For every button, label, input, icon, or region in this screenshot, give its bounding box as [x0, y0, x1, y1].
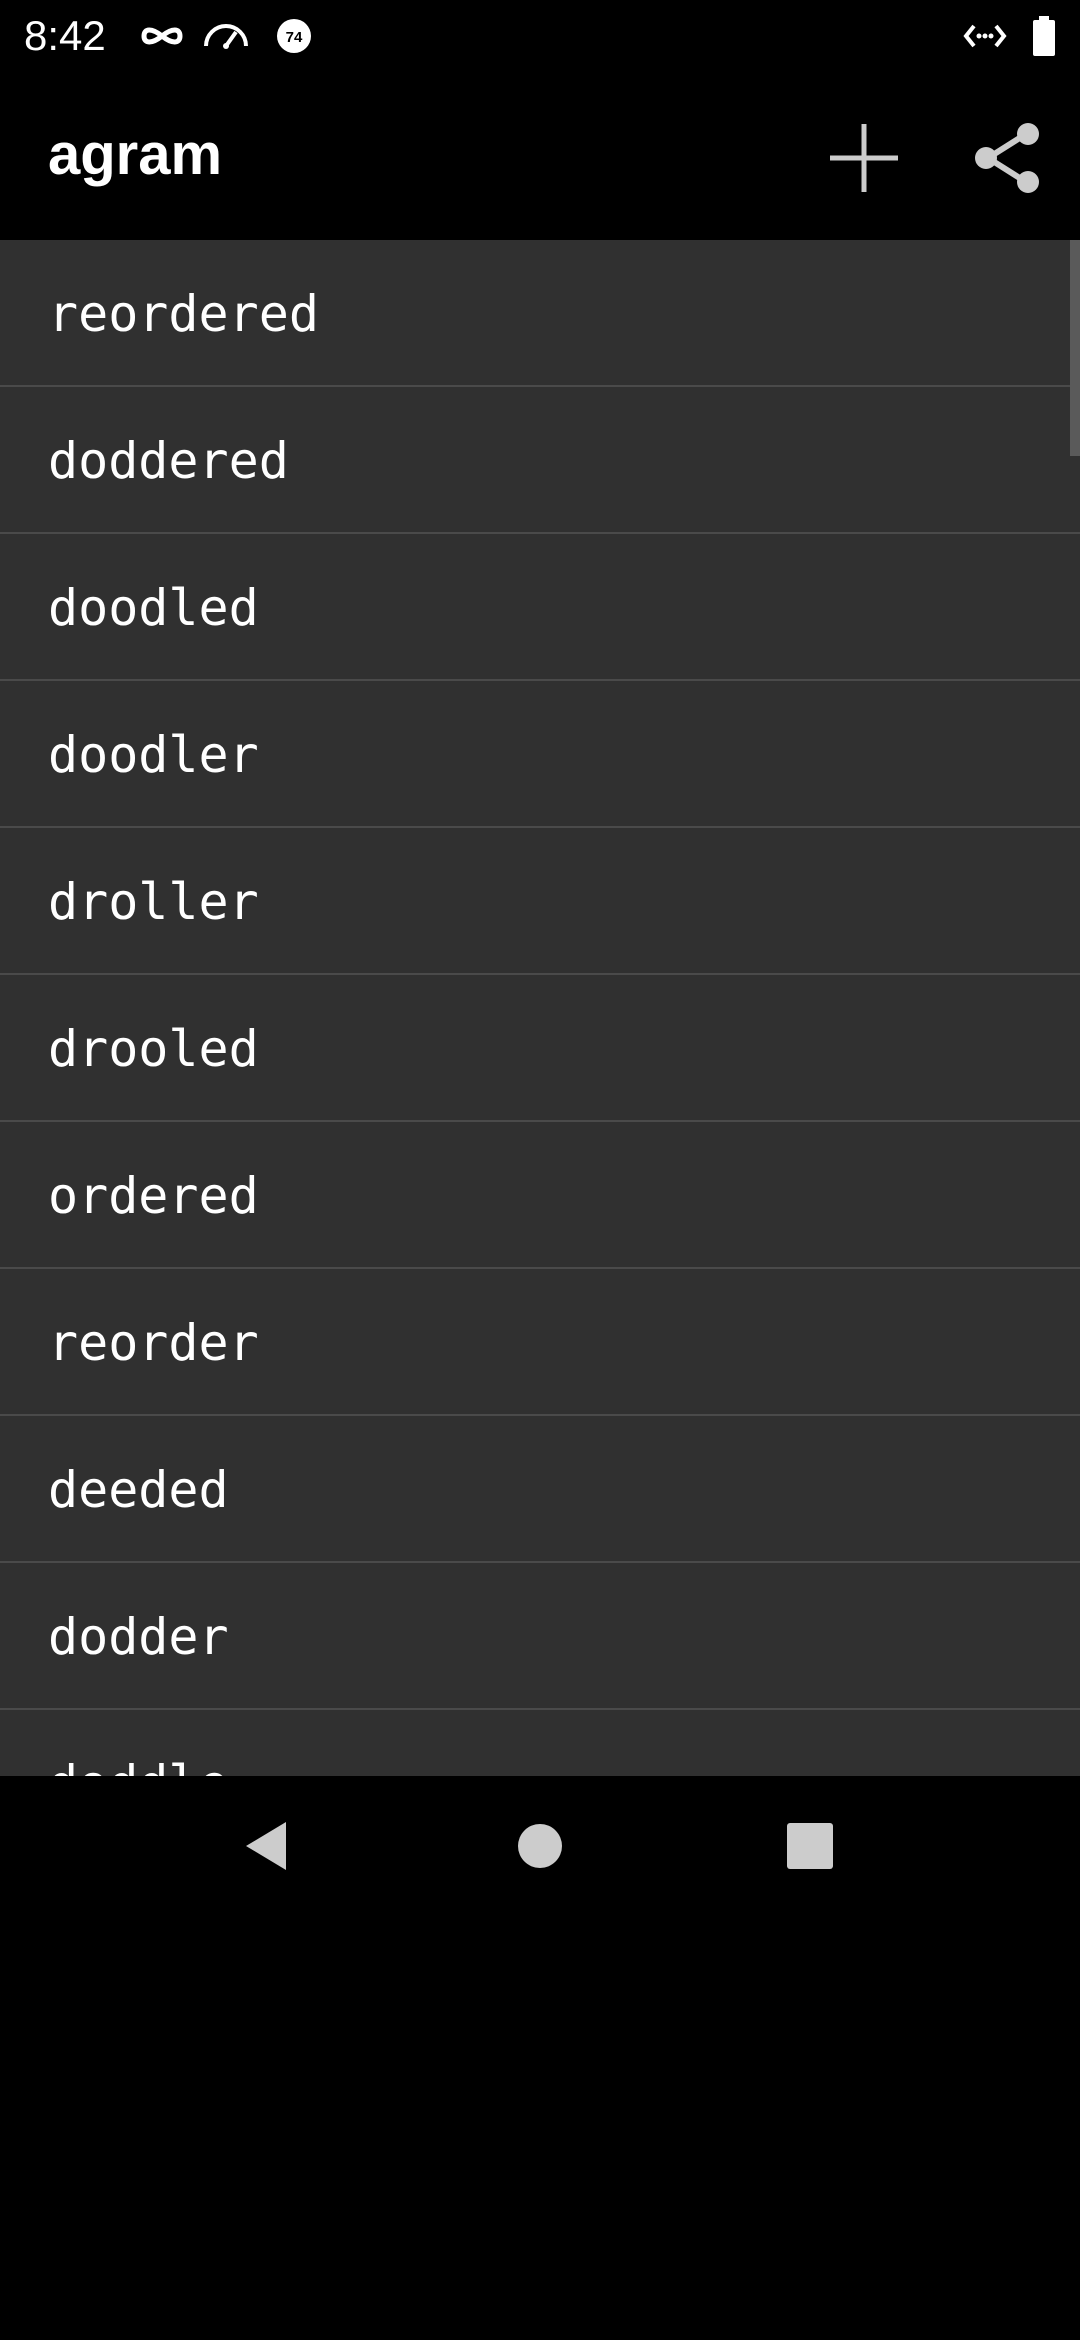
list-item[interactable]: deeded	[0, 1416, 1080, 1563]
list-item-label: ordered	[48, 1167, 259, 1225]
list-item[interactable]: doodler	[0, 681, 1080, 828]
list-item-label: dodder	[48, 1608, 229, 1666]
share-icon	[970, 120, 1046, 201]
list-item[interactable]: dodder	[0, 1563, 1080, 1710]
list-item[interactable]: drooled	[0, 975, 1080, 1122]
list-item[interactable]: reorder	[0, 1269, 1080, 1416]
back-icon	[240, 1818, 296, 1879]
recents-icon	[785, 1821, 835, 1876]
battery-icon	[1030, 14, 1058, 63]
list-item[interactable]: doddle	[0, 1710, 1080, 1776]
status-bar: 8:42 74	[0, 0, 1080, 72]
list-item-label: droller	[48, 873, 259, 931]
add-button[interactable]	[814, 110, 914, 210]
temperature-icon: 74	[274, 14, 314, 63]
list-item-label: deeded	[48, 1461, 229, 1519]
share-button[interactable]	[958, 110, 1058, 210]
list-item-label: doddle	[48, 1754, 229, 1776]
list-item[interactable]: ordered	[0, 1122, 1080, 1269]
list-item-label: doodler	[48, 726, 259, 784]
list-item[interactable]: reordered	[0, 240, 1080, 387]
add-icon	[826, 120, 902, 201]
app-title: agram	[48, 122, 223, 187]
back-button[interactable]	[218, 1798, 318, 1898]
navigation-bar	[0, 1776, 1080, 1920]
status-time: 8:42	[24, 12, 106, 59]
app-bar: agram	[0, 72, 1080, 240]
home-button[interactable]	[490, 1798, 590, 1898]
home-icon	[515, 1821, 565, 1876]
data-saver-icon	[962, 14, 1008, 63]
list-item[interactable]: doddered	[0, 387, 1080, 534]
list-item[interactable]: droller	[0, 828, 1080, 975]
speedometer-icon	[202, 14, 250, 63]
scrollbar-thumb[interactable]	[1070, 240, 1080, 456]
list-item-label: drooled	[48, 1020, 259, 1078]
list-item-label: doddered	[48, 432, 289, 490]
list-item-label: reorder	[48, 1314, 259, 1372]
list-item-label: doodled	[48, 579, 259, 637]
word-list[interactable]: reordered doddered doodled doodler droll…	[0, 240, 1080, 1776]
temperature-badge: 74	[286, 29, 303, 46]
incognito-icon	[140, 14, 184, 63]
list-item-label: reordered	[48, 285, 319, 343]
list-item[interactable]: doodled	[0, 534, 1080, 681]
recents-button[interactable]	[760, 1798, 860, 1898]
